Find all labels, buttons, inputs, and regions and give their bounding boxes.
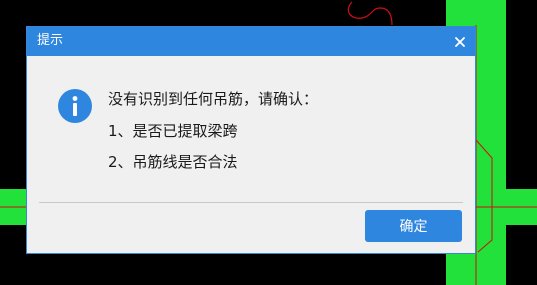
- ok-button[interactable]: 确定: [365, 210, 462, 242]
- message-line-3: 2、吊筋线是否合法: [108, 153, 238, 171]
- dialog-title: 提示: [37, 33, 64, 48]
- close-icon: [455, 36, 465, 47]
- close-button[interactable]: [445, 27, 475, 56]
- dialog-divider: [39, 202, 463, 203]
- message-line-2: 1、是否已提取梁跨: [108, 122, 238, 140]
- message-line-1: 没有识别到任何吊筋，请确认：: [108, 90, 319, 108]
- info-icon: [58, 89, 92, 123]
- dialog-titlebar: 提示: [27, 27, 475, 56]
- prompt-dialog: 提示 没有识别到任何吊筋，请确认： 1、是否已提取梁跨 2、吊筋线是否合法 确定: [26, 26, 476, 254]
